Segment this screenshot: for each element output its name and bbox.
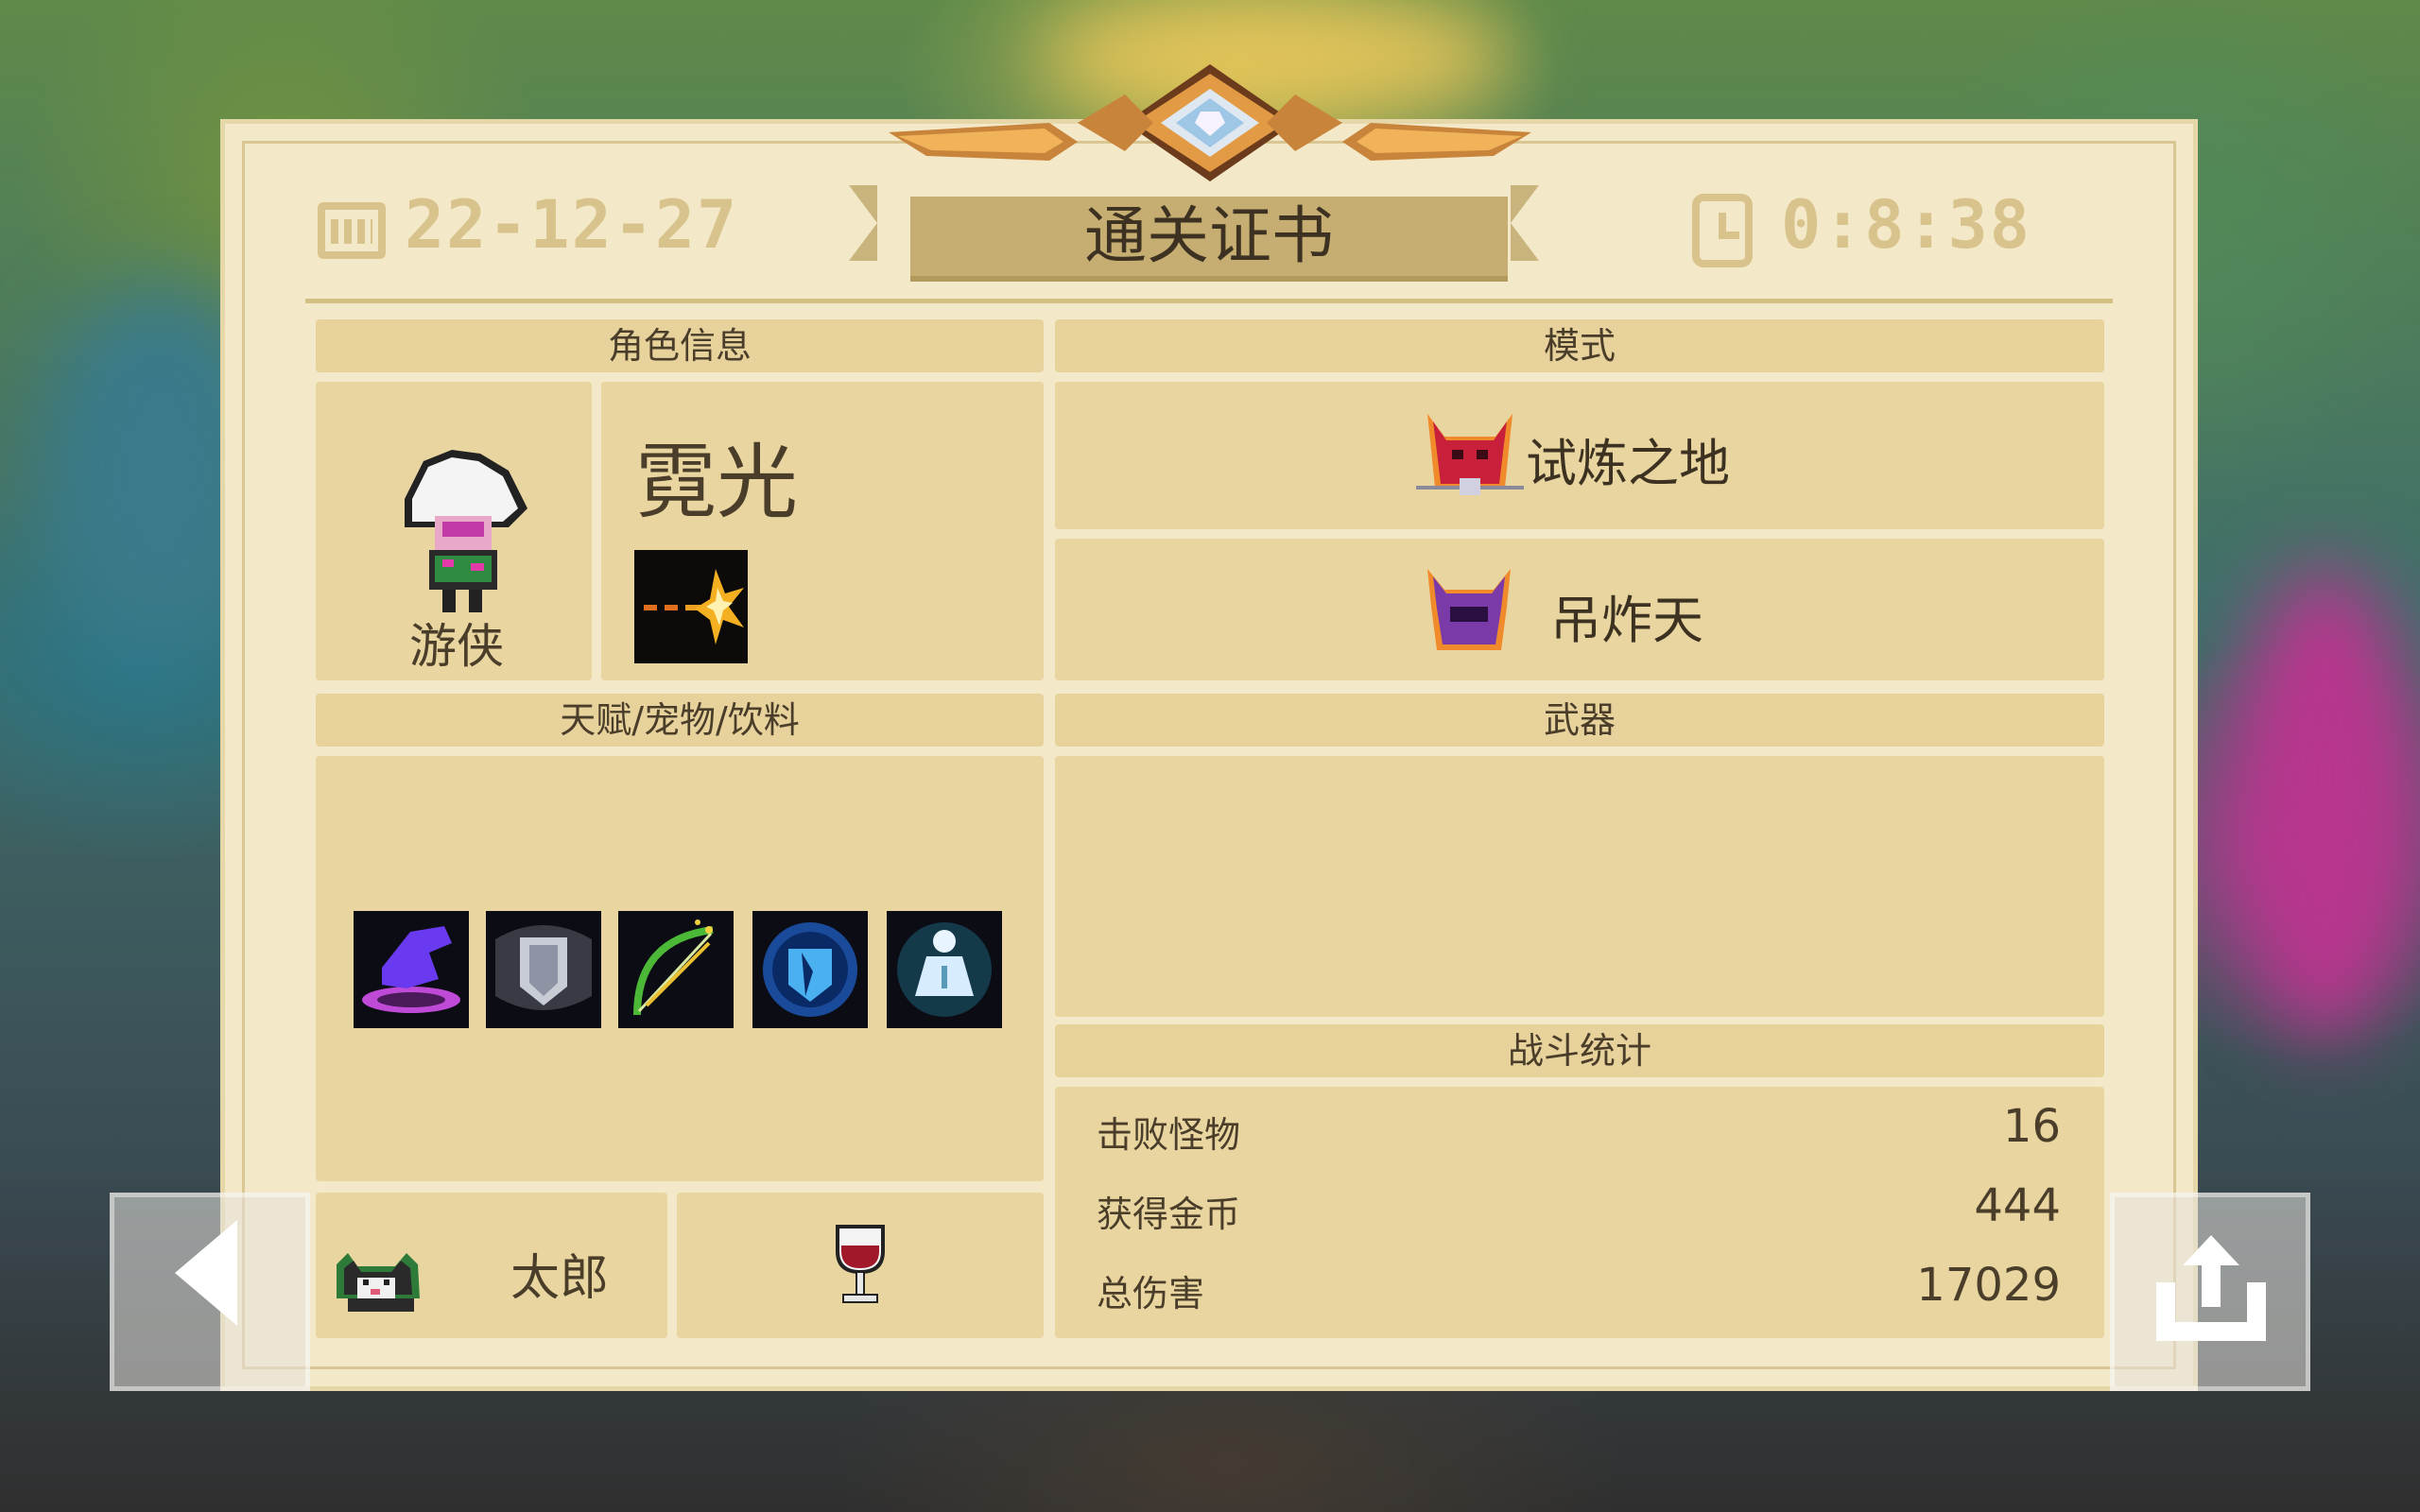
back-arrow-icon: [175, 1220, 237, 1326]
run-time: 0:8:38: [1781, 186, 2031, 264]
skill-dash-shot-icon: [634, 550, 748, 663]
hard-mode-demon-icon: [1427, 569, 1511, 650]
wine-glass-icon: [836, 1225, 885, 1303]
talents-header: 天赋/宠物/饮料: [316, 694, 1044, 747]
character-info-header: 角色信息: [316, 319, 1044, 372]
trial-demon-icon: [1416, 414, 1524, 495]
character-class: 游侠: [409, 619, 504, 674]
title-divider: [305, 299, 2113, 303]
stat-value-damage: 17029: [1916, 1259, 2061, 1312]
meditation-talent-icon: [887, 911, 1002, 1028]
pet-name: 太郎: [510, 1250, 610, 1307]
stat-value-gold: 444: [1974, 1179, 2061, 1232]
certificate-emblem-icon: [889, 64, 1531, 181]
banner-flag-right: [1511, 185, 1539, 261]
banner-flag-left: [849, 185, 877, 261]
weapons-header: 武器: [1055, 694, 2104, 747]
character-name: 霓光: [635, 436, 798, 530]
run-date: 22-12-27: [405, 186, 739, 264]
mode-secondary-label: 吊炸天: [1550, 591, 1703, 650]
background-blur: [2231, 567, 2420, 1040]
stat-label-damage: 总伤害: [1097, 1273, 1205, 1314]
weapons-box: [1055, 756, 2104, 1017]
page-title: 通关证书: [1084, 199, 1334, 272]
pet-cat-sprite: [337, 1253, 420, 1312]
back-button[interactable]: [110, 1193, 310, 1391]
share-export-icon: [2156, 1235, 2266, 1341]
mode-primary-label: 试炼之地: [1526, 434, 1730, 493]
stat-value-kills: 16: [2002, 1100, 2061, 1153]
stat-label-kills: 击败怪物: [1097, 1114, 1241, 1156]
stat-label-gold: 获得金币: [1097, 1194, 1241, 1235]
calendar-icon: [318, 202, 386, 259]
bow-talent-icon: [618, 911, 734, 1028]
shield-talent-icon: [486, 911, 601, 1028]
mode-header: 模式: [1055, 319, 2104, 372]
purple-hand-talent-icon: [354, 911, 469, 1028]
blue-shield-talent-icon: [752, 911, 868, 1028]
ranger-character-sprite: [405, 450, 527, 612]
battle-stats-header: 战斗统计: [1055, 1024, 2104, 1077]
clock-icon: [1692, 194, 1753, 267]
share-button[interactable]: [2110, 1193, 2310, 1391]
